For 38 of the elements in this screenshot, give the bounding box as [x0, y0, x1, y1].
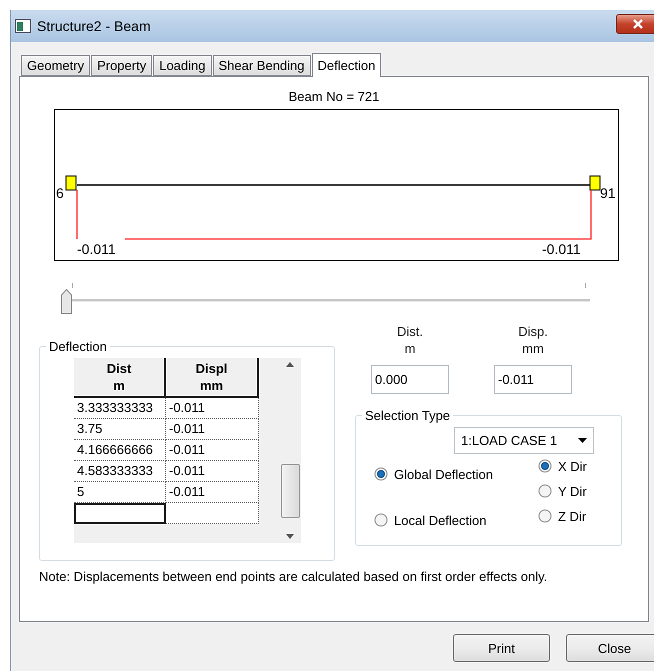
column-header: Displ mm — [166, 358, 259, 398]
beam-label: Beam No = 721 — [288, 89, 380, 104]
dialog-button[interactable]: Close — [566, 634, 654, 662]
radio-label: Y Dir — [558, 484, 587, 498]
value-field[interactable]: -0.011 — [494, 365, 572, 394]
table-cell: -0.011 — [166, 419, 259, 440]
table-cell: -0.011 — [166, 440, 259, 461]
radio-label: Global Deflection — [394, 466, 493, 482]
dialog-button[interactable]: Print — [453, 634, 550, 662]
field-label: Dist. m — [397, 323, 423, 357]
table-cell: 5 — [74, 482, 166, 503]
group-title: Selection Type — [364, 408, 452, 423]
field-label: Disp. mm — [518, 323, 548, 357]
table-cell: -0.011 — [166, 482, 259, 503]
load-case-dropdown[interactable]: 1:LOAD CASE 1 — [454, 427, 594, 454]
tab[interactable]: Geometry — [21, 55, 90, 76]
group-title: Deflection — [48, 339, 108, 354]
value-field[interactable]: 0.000 — [371, 365, 449, 394]
value-label: -0.011 — [542, 241, 581, 257]
value-label: -0.011 — [77, 241, 116, 257]
table-cell: 4.583333333 — [74, 461, 166, 482]
tab[interactable]: Deflection — [312, 53, 382, 77]
table-cell: -0.011 — [166, 461, 259, 482]
radio-label: Local Deflection — [394, 512, 486, 528]
table-cell: 4.166666666 — [74, 440, 166, 461]
radio-label: Z Dir — [558, 508, 586, 524]
note-text: Note: Displacements between end points are calculated based on first order effects only. — [39, 569, 548, 584]
radio-label: X Dir — [558, 458, 587, 474]
table-cell: 3.75 — [74, 419, 166, 440]
table-cell: 3.333333333 — [74, 398, 166, 419]
tab[interactable]: Shear Bending — [212, 55, 311, 76]
node-label: 91 — [600, 185, 616, 201]
table-cell: -0.011 — [166, 398, 259, 419]
tab[interactable]: Property — [91, 55, 152, 76]
node-label: 6 — [56, 185, 64, 201]
window-title: Structure2 - Beam — [37, 18, 151, 34]
column-header: Dist m — [74, 358, 166, 398]
tab[interactable]: Loading — [153, 55, 212, 76]
